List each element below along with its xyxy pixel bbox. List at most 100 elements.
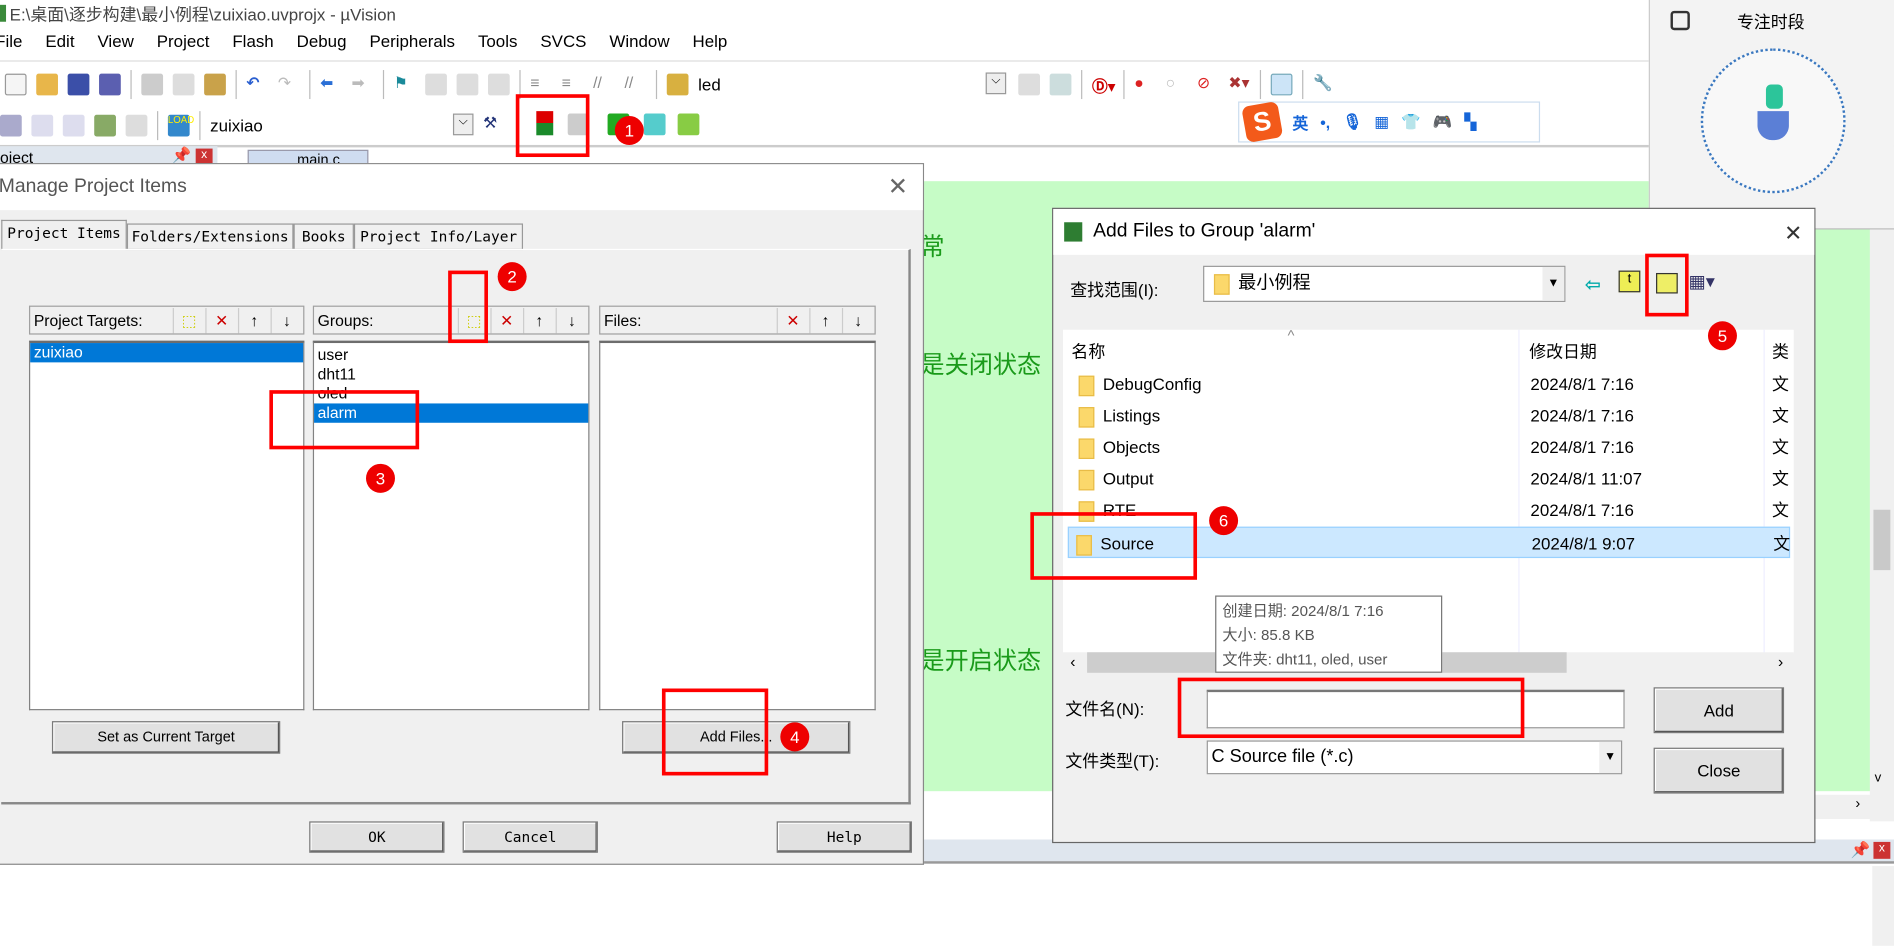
delete-group-icon[interactable]: ✕ [490, 308, 521, 334]
menu-tools[interactable]: Tools [478, 31, 517, 50]
tab-folders-extensions[interactable]: Folders/Extensions [126, 223, 294, 251]
tab-books[interactable]: Books [293, 223, 355, 251]
microphone-icon[interactable]: 🎙 [1342, 112, 1362, 131]
target-dropdown[interactable]: ⌵ [452, 113, 474, 136]
menu-help[interactable]: Help [692, 31, 727, 50]
pin-icon[interactable]: 📌 [1851, 841, 1871, 860]
add-button[interactable]: Add [1653, 687, 1785, 734]
delete-file-icon[interactable]: ✕ [776, 308, 808, 334]
kill-all-breakpoints-icon[interactable]: ✖▾ [1228, 74, 1250, 96]
sogou-logo[interactable]: S [1241, 101, 1284, 143]
close-panel-icon[interactable]: x [1873, 841, 1891, 859]
dropdown-arrow-icon[interactable]: ▼ [1542, 266, 1565, 301]
bookmark-icon[interactable]: ⚑ [394, 74, 416, 96]
clear-bookmarks-icon[interactable] [487, 73, 510, 96]
gamepad-icon[interactable]: 🎮 [1433, 112, 1453, 131]
unindent-icon[interactable]: ≡ [562, 74, 584, 96]
cancel-button[interactable]: Cancel [462, 821, 598, 853]
move-up-icon[interactable]: ↑ [523, 308, 554, 334]
forward-icon[interactable]: ➡ [351, 74, 373, 96]
list-item[interactable]: dht11 [314, 365, 588, 384]
save-all-icon[interactable] [99, 73, 121, 96]
file-row[interactable]: Listings 2024/8/1 7:16 文 [1071, 400, 1793, 431]
copy-icon[interactable] [172, 73, 195, 96]
menu-project[interactable]: Project [157, 31, 210, 50]
build-icon[interactable] [31, 114, 54, 137]
next-bookmark-icon[interactable] [456, 73, 479, 96]
filetype-select[interactable]: C Source file (*.c) ▼ [1206, 740, 1623, 775]
col-type[interactable]: 类 [1772, 339, 1789, 363]
disable-breakpoint-icon[interactable]: ○ [1166, 74, 1188, 96]
focus-timer-dial[interactable] [1700, 48, 1846, 194]
delete-target-icon[interactable]: ✕ [205, 308, 236, 334]
close-icon[interactable]: ✕ [888, 172, 908, 202]
open-icon[interactable] [36, 73, 58, 96]
expand-icon[interactable] [1670, 10, 1690, 31]
menu-svcs[interactable]: SVCS [540, 31, 586, 50]
download-icon[interactable]: LOAD [167, 114, 194, 137]
uncomment-icon[interactable]: // [624, 74, 646, 96]
find-combo[interactable]: led [698, 75, 879, 94]
file-row[interactable]: Output 2024/8/1 11:07 文 [1071, 463, 1793, 494]
menu-peripherals[interactable]: Peripherals [369, 31, 455, 50]
list-item[interactable]: zuixiao [30, 343, 304, 363]
col-name[interactable]: 名称 [1071, 339, 1105, 363]
paste-icon[interactable] [204, 73, 226, 96]
file-row[interactable]: DebugConfig 2024/8/1 7:16 文 [1071, 368, 1793, 399]
close-button[interactable]: Close [1653, 747, 1785, 794]
move-up-icon[interactable]: ↑ [809, 308, 840, 334]
target-options-icon[interactable]: ⚒ [483, 114, 505, 136]
find-in-files-icon[interactable] [666, 73, 689, 96]
incremental-find-icon[interactable] [1049, 73, 1072, 96]
find-icon[interactable] [1018, 73, 1041, 96]
tab-project-info-layer[interactable]: Project Info/Layer [354, 223, 524, 251]
file-row[interactable]: Objects 2024/8/1 7:16 文 [1071, 431, 1793, 462]
move-down-icon[interactable]: ↓ [841, 308, 873, 334]
stop-build-icon[interactable] [125, 114, 148, 137]
move-down-icon[interactable]: ↓ [270, 308, 302, 334]
list-item[interactable]: user [314, 345, 588, 364]
set-current-target-button[interactable]: Set as Current Target [51, 721, 281, 754]
target-select[interactable]: zuixiao [210, 116, 413, 135]
menu-flash[interactable]: Flash [232, 31, 273, 50]
output-scrollbar[interactable] [1872, 866, 1894, 946]
keyboard-icon[interactable]: ▦ [1374, 112, 1389, 131]
menu-window[interactable]: Window [609, 31, 669, 50]
batch-build-icon[interactable] [94, 114, 116, 137]
menu-view[interactable]: View [97, 31, 133, 50]
skin-icon[interactable]: 👕 [1401, 112, 1421, 131]
prev-bookmark-icon[interactable] [425, 73, 447, 96]
close-icon[interactable]: ✕ [1784, 221, 1802, 246]
undo-icon[interactable]: ↶ [246, 74, 268, 96]
find-dropdown[interactable]: ⌵ [985, 72, 1007, 95]
rebuild-icon[interactable] [62, 114, 85, 137]
back-icon[interactable]: ⬅ [320, 74, 342, 96]
menu-file[interactable]: File [0, 31, 22, 50]
pack-installer-icon[interactable] [677, 113, 700, 136]
breakpoint-icon[interactable]: ● [1134, 74, 1156, 96]
editor-vscrollbar[interactable]: v [1869, 181, 1894, 822]
comment-icon[interactable]: // [593, 74, 615, 96]
indent-icon[interactable]: ≡ [530, 74, 552, 96]
dropdown-arrow-icon[interactable]: ▼ [1599, 741, 1622, 774]
configure-icon[interactable]: 🔧 [1313, 74, 1335, 96]
ime-language-toggle[interactable]: 英 [1292, 111, 1308, 134]
ime-punctuation[interactable]: •, [1320, 113, 1330, 131]
move-down-icon[interactable]: ↓ [555, 308, 587, 334]
debug-session-icon[interactable]: Ⓓ▾ [1092, 74, 1116, 95]
new-target-icon[interactable]: ⬚ [172, 308, 204, 334]
kill-breakpoints-icon[interactable]: ⊘ [1197, 74, 1219, 96]
menu-debug[interactable]: Debug [297, 31, 347, 50]
redo-icon[interactable]: ↷ [278, 74, 300, 96]
view-menu-icon[interactable]: ▦▾ [1689, 271, 1715, 293]
up-folder-icon[interactable]: t [1618, 270, 1641, 293]
tab-project-items[interactable]: Project Items [1, 219, 127, 251]
look-in-combo[interactable]: 最小例程 ▼ [1203, 265, 1566, 302]
col-date[interactable]: 修改日期 [1529, 339, 1597, 363]
menu-edit[interactable]: Edit [45, 31, 74, 50]
help-button[interactable]: Help [776, 821, 912, 853]
window-layout-icon[interactable] [1270, 73, 1293, 96]
back-icon[interactable]: ⇦ [1585, 273, 1601, 297]
ok-button[interactable]: OK [309, 821, 445, 853]
software-packs-icon[interactable] [643, 113, 666, 136]
